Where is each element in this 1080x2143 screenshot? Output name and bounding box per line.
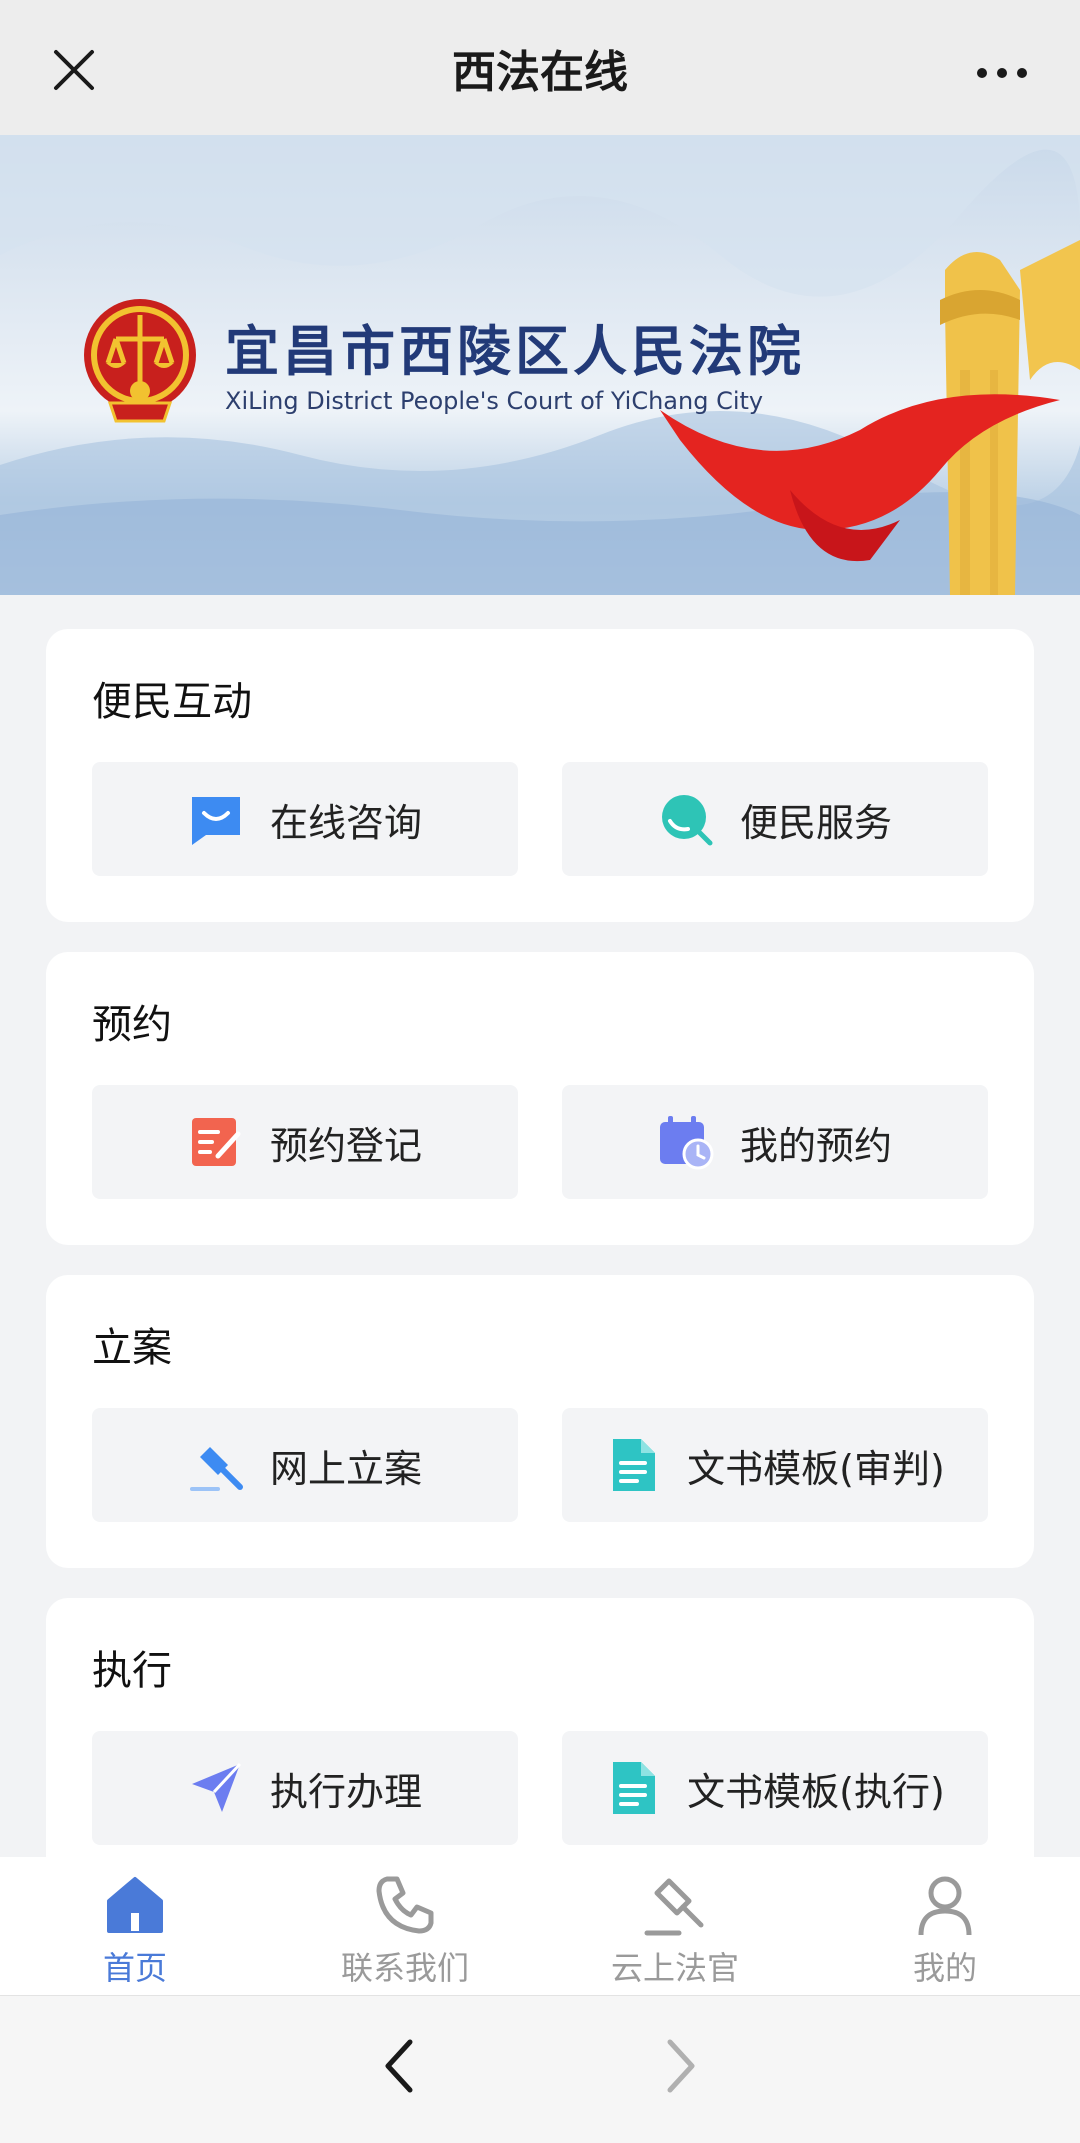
search-bubble-icon	[661, 795, 713, 846]
forward-arrow-icon[interactable]	[660, 2036, 700, 2096]
document-icon	[613, 1762, 656, 1814]
browser-nav-bar	[0, 1995, 1080, 2143]
tab-contact[interactable]: 联系我们	[270, 1857, 540, 1995]
close-icon[interactable]	[52, 48, 96, 92]
home-icon	[107, 1877, 163, 1933]
section-title: 便民互动	[92, 679, 252, 725]
tab-label: 联系我们	[340, 1949, 469, 1987]
tile-label: 执行办理	[269, 1769, 422, 1814]
document-icon	[613, 1439, 656, 1491]
main-content: 便民互动 在线咨询 便民服务 预约 预约登记 我的预约 立案 网上立案 文书模板…	[0, 595, 1080, 1857]
user-icon	[918, 1876, 972, 1936]
court-banner: 宜昌市西陵区人民法院 XiLing District People's Cour…	[0, 135, 1080, 595]
online-consult-button[interactable]: 在线咨询	[92, 762, 518, 876]
section-execution: 执行 执行办理 文书模板(执行)	[46, 1598, 1034, 1857]
section-convenience: 便民互动 在线咨询 便民服务	[46, 629, 1034, 922]
my-appointment-button[interactable]: 我的预约	[562, 1085, 988, 1199]
trial-template-button[interactable]: 文书模板(审判)	[562, 1408, 988, 1522]
page-title: 西法在线	[452, 46, 628, 98]
convenience-service-button[interactable]: 便民服务	[562, 762, 988, 876]
tab-mine[interactable]: 我的	[810, 1857, 1080, 1995]
section-case-filing: 立案 网上立案 文书模板(审判)	[46, 1275, 1034, 1568]
tab-label: 首页	[102, 1949, 167, 1987]
pillar-ribbon-decoration	[660, 240, 1080, 595]
more-icon[interactable]	[976, 58, 1028, 88]
section-title: 立案	[92, 1325, 172, 1371]
online-filing-button[interactable]: 网上立案	[92, 1408, 518, 1522]
tab-home[interactable]: 首页	[0, 1857, 270, 1995]
gavel-icon	[189, 1447, 243, 1491]
tile-label: 预约登记	[269, 1123, 422, 1168]
tile-label: 便民服务	[739, 800, 892, 845]
section-title: 执行	[92, 1648, 172, 1694]
tile-label: 我的预约	[739, 1123, 892, 1168]
appointment-register-button[interactable]: 预约登记	[92, 1085, 518, 1199]
bottom-tab-bar: 首页 联系我们 云上法官 我的	[0, 1857, 1080, 1995]
chat-message-icon	[191, 797, 240, 845]
back-arrow-icon[interactable]	[380, 2036, 420, 2096]
tile-label: 文书模板(审判)	[687, 1446, 945, 1491]
tab-cloud-judge[interactable]: 云上法官	[540, 1857, 810, 1995]
gavel-icon	[644, 1878, 704, 1936]
execution-template-button[interactable]: 文书模板(执行)	[562, 1731, 988, 1845]
tile-label: 网上立案	[269, 1446, 422, 1491]
paper-plane-icon	[191, 1762, 242, 1812]
top-bar: 西法在线	[0, 0, 1080, 135]
phone-icon	[376, 1876, 434, 1934]
execution-handling-button[interactable]: 执行办理	[92, 1731, 518, 1845]
tile-label: 在线咨询	[269, 800, 422, 845]
tile-label: 文书模板(执行)	[687, 1769, 945, 1814]
tab-label: 云上法官	[610, 1949, 739, 1987]
section-title: 预约	[92, 1002, 172, 1048]
calendar-clock-icon	[659, 1116, 714, 1170]
section-appointment: 预约 预约登记 我的预约	[46, 952, 1034, 1245]
edit-form-icon	[191, 1118, 241, 1166]
court-emblem-icon	[84, 299, 196, 423]
tab-label: 我的	[912, 1949, 977, 1987]
